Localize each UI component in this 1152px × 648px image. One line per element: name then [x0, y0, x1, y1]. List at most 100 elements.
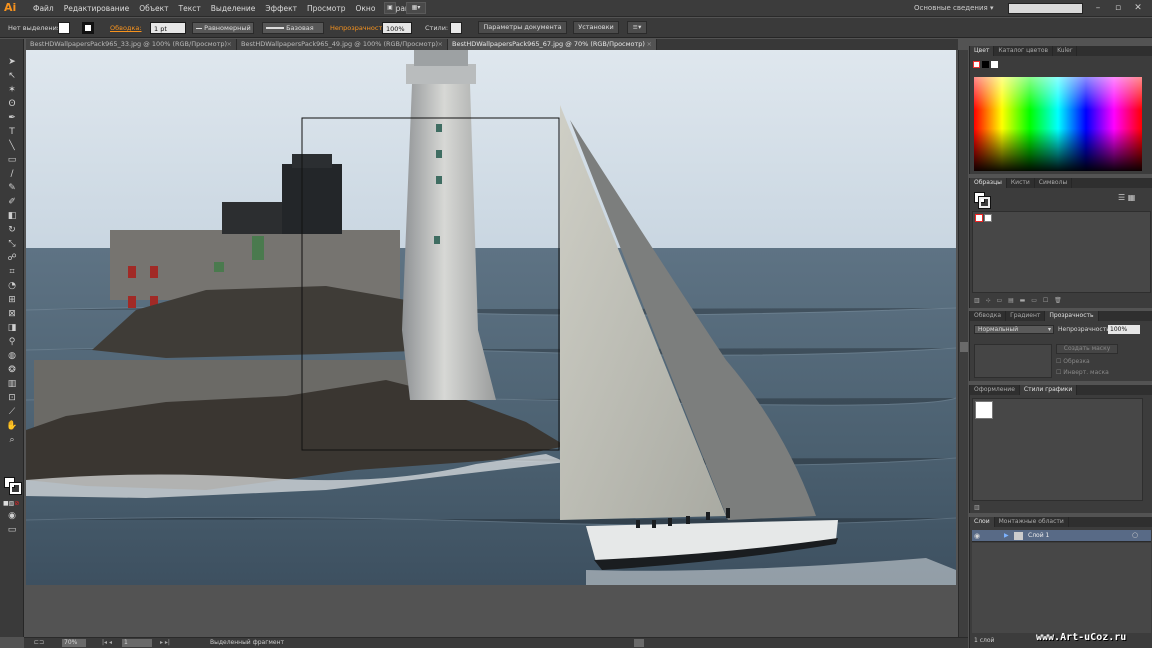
make-mask-button[interactable]: Создать маску [1056, 344, 1118, 354]
selection-tool-icon[interactable]: ➤ [6, 57, 18, 68]
tab-artboards[interactable]: Монтажные области [995, 517, 1069, 527]
vertical-scrollbar[interactable] [958, 50, 968, 637]
zoom-field[interactable]: 70% [62, 639, 86, 647]
arrange-documents-icon[interactable]: ▦▾ [406, 2, 426, 14]
profile-dropdown[interactable]: Равномерный [192, 22, 254, 34]
search-input[interactable] [1008, 3, 1083, 14]
column-graph-tool-icon[interactable]: ▥ [6, 379, 18, 390]
graphic-styles-footer-icons[interactable]: ▥ [974, 504, 980, 511]
eraser-tool-icon[interactable]: ◧ [6, 211, 18, 222]
menu-view[interactable]: Просмотр [302, 0, 351, 17]
tab-gradient[interactable]: Градиент [1006, 311, 1046, 321]
fill-swatch[interactable] [58, 22, 70, 34]
type-tool-icon[interactable]: T [6, 127, 18, 138]
tab-close-icon[interactable]: × [647, 39, 652, 50]
tab-transparency[interactable]: Прозрачность [1045, 311, 1099, 321]
tab-close-icon[interactable]: × [227, 39, 232, 50]
brush-dropdown[interactable]: Базовая [262, 22, 324, 34]
invert-mask-checkbox[interactable]: ☐ Инверт. маска [1056, 369, 1109, 376]
tab-kuler[interactable]: Kuler [1053, 46, 1078, 56]
tab-swatches[interactable]: Образцы [970, 178, 1007, 188]
color-mode-icon[interactable]: ■▧⊘ [3, 500, 21, 508]
blend-mode-dropdown[interactable]: Нормальный ▾ [974, 325, 1054, 334]
tab-document-33[interactable]: BestHDWallpapersPack965_33.jpg @ 100% (R… [26, 39, 237, 50]
expand-layer-icon[interactable]: ▶ [1004, 532, 1009, 539]
perspective-grid-tool-icon[interactable]: ⊞ [6, 295, 18, 306]
list-grid-view-icons[interactable]: ☰ ▦ [1118, 193, 1148, 203]
bridge-icon[interactable]: ▣ [384, 2, 396, 14]
workspace-switcher[interactable]: Основные сведения ▾ [914, 1, 998, 15]
next-page-icon[interactable]: ▸ ▸| [160, 639, 170, 646]
tab-symbols[interactable]: Символы [1035, 178, 1073, 188]
color-spectrum[interactable] [974, 77, 1142, 171]
stroke-label[interactable]: Обводка: [110, 22, 142, 34]
menu-file[interactable]: Файл [28, 0, 59, 17]
menu-type[interactable]: Текст [174, 0, 206, 17]
line-tool-icon[interactable]: ╲ [6, 141, 18, 152]
swatches-footer-icons[interactable]: ▥ ⊹ ▭ ▤ ▬ ▭ ☐ 🗑 [974, 297, 1149, 305]
artboard-nav-icon[interactable]: ⊏⊐ [34, 639, 44, 646]
pen-tool-icon[interactable]: ✒ [6, 113, 18, 124]
shape-builder-tool-icon[interactable]: ◔ [6, 281, 18, 292]
document-setup-button[interactable]: Параметры документа [478, 21, 567, 34]
menu-effect[interactable]: Эффект [260, 0, 302, 17]
scale-tool-icon[interactable]: ⤡ [6, 239, 18, 250]
mesh-tool-icon[interactable]: ⊠ [6, 309, 18, 320]
preferences-button[interactable]: Установки [573, 21, 619, 34]
tab-appearance[interactable]: Оформление [970, 385, 1020, 395]
blob-brush-tool-icon[interactable]: ✐ [6, 197, 18, 208]
tab-document-67[interactable]: BestHDWallpapersPack965_67.jpg @ 70% (RG… [448, 39, 657, 50]
tab-brushes[interactable]: Кисти [1007, 178, 1035, 188]
tab-stroke[interactable]: Обводка [970, 311, 1007, 321]
magic-wand-tool-icon[interactable]: ✶ [6, 85, 18, 96]
hand-tool-icon[interactable]: ✋ [6, 421, 18, 432]
zoom-tool-icon[interactable]: ⌕ [6, 435, 18, 446]
color-none-icons[interactable] [973, 61, 1003, 69]
slice-tool-icon[interactable]: ⟋ [6, 407, 18, 418]
artboard-tool-icon[interactable]: ⊡ [6, 393, 18, 404]
free-transform-tool-icon[interactable]: ⌗ [6, 267, 18, 278]
graphic-style-swatch[interactable] [450, 22, 462, 34]
pencil-tool-icon[interactable]: ✎ [6, 183, 18, 194]
tab-document-49[interactable]: BestHDWallpapersPack965_49.jpg @ 100% (R… [237, 39, 448, 50]
eyedropper-tool-icon[interactable]: ⚲ [6, 337, 18, 348]
menu-edit[interactable]: Редактирование [59, 0, 134, 17]
opacity-field[interactable]: 100% [382, 22, 412, 34]
minimize-icon[interactable]: – [1090, 1, 1106, 15]
menu-object[interactable]: Объект [134, 0, 173, 17]
rotate-tool-icon[interactable]: ↻ [6, 225, 18, 236]
horizontal-scroll-thumb[interactable] [634, 639, 644, 647]
gradient-tool-icon[interactable]: ◨ [6, 323, 18, 334]
stroke-swatch[interactable] [82, 22, 94, 34]
swatch-stroke-icon[interactable] [978, 196, 991, 209]
layer-name[interactable]: Слой 1 [1028, 532, 1049, 539]
warp-tool-icon[interactable]: ☍ [6, 253, 18, 264]
transparency-opacity-field[interactable]: 100% [1108, 325, 1140, 334]
tab-color[interactable]: Цвет [970, 46, 995, 56]
stroke-color-icon[interactable] [9, 482, 22, 495]
stroke-weight-field[interactable]: 1 pt [150, 22, 186, 34]
page-field[interactable]: 1 [122, 639, 152, 647]
tab-graphic-styles[interactable]: Стили графики [1019, 385, 1078, 395]
default-graphic-style[interactable] [975, 401, 993, 419]
direct-selection-tool-icon[interactable]: ↖ [6, 71, 18, 82]
prev-page-icon[interactable]: |◂ ◂ [102, 639, 112, 646]
layer-target-icon[interactable]: ○ [1132, 531, 1138, 539]
restore-icon[interactable]: ▫ [1110, 1, 1126, 15]
canvas-area[interactable] [26, 50, 958, 637]
control-panel-menu-icon[interactable]: ≡▾ [627, 21, 647, 34]
drawing-mode-icon[interactable]: ◉ [6, 511, 18, 522]
clip-checkbox[interactable]: ☐ Обрезка [1056, 358, 1090, 365]
opacity-label[interactable]: Непрозрачность: [330, 22, 388, 34]
rectangle-tool-icon[interactable]: ▭ [6, 155, 18, 166]
scrollbar-thumb[interactable] [960, 342, 968, 352]
menu-window[interactable]: Окно [351, 0, 381, 17]
visibility-eye-icon[interactable]: ◉ [974, 532, 980, 540]
swatch-registration[interactable] [984, 214, 992, 222]
tab-close-icon[interactable]: × [438, 39, 443, 50]
lasso-tool-icon[interactable]: ʘ [6, 99, 18, 110]
blend-tool-icon[interactable]: ◍ [6, 351, 18, 362]
tab-layers[interactable]: Слои [970, 517, 995, 527]
menu-select[interactable]: Выделение [206, 0, 261, 17]
paintbrush-tool-icon[interactable]: ∕ [6, 169, 18, 180]
